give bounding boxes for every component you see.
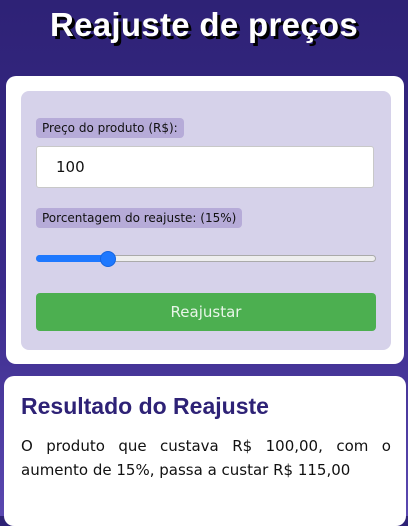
result-text: O produto que custava R$ 100,00, com o a… (21, 437, 391, 479)
price-input[interactable] (36, 146, 374, 188)
percentage-slider[interactable] (36, 251, 376, 267)
slider-fill (36, 255, 107, 262)
main-card: Preço do produto (R$): Porcentagem do re… (6, 76, 404, 364)
adjust-button[interactable]: Reajustar (36, 293, 376, 331)
form-panel: Preço do produto (R$): Porcentagem do re… (21, 91, 391, 350)
page-title: Reajuste de preços (49, 6, 359, 43)
result-card: Resultado do Reajuste O produto que cust… (4, 376, 406, 526)
slider-thumb[interactable] (100, 251, 116, 267)
percentage-label: Porcentagem do reajuste: (15%) (36, 208, 243, 228)
result-heading: Resultado do Reajuste (21, 393, 269, 419)
price-label: Preço do produto (R$): (36, 118, 184, 138)
